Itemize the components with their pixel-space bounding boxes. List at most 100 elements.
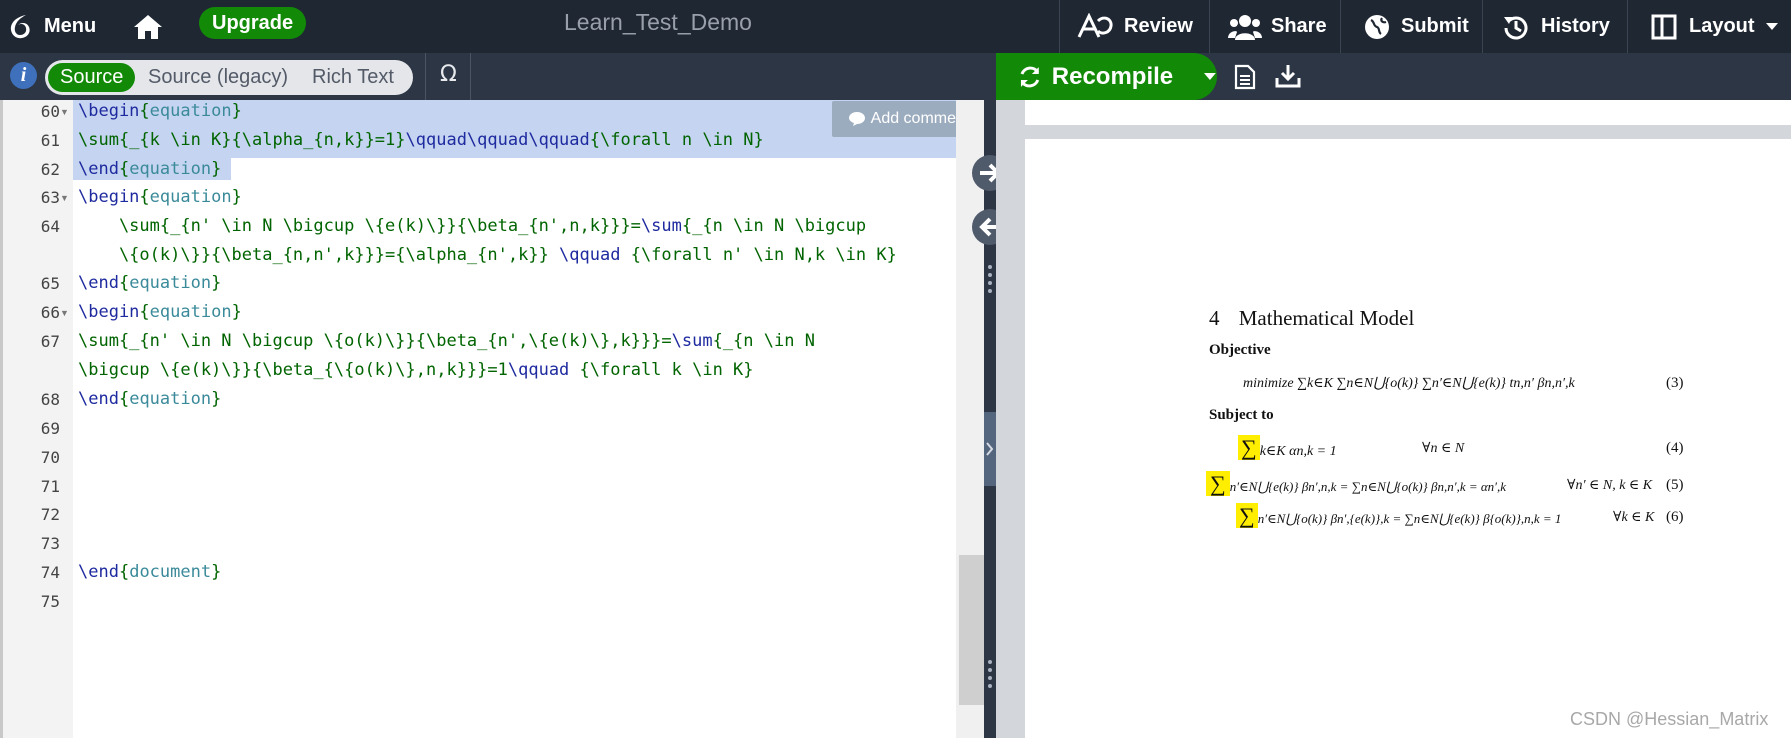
project-title[interactable]: Learn_Test_Demo [520, 0, 796, 45]
menu-label: Menu [44, 15, 97, 37]
submit-button[interactable]: Submit [1364, 0, 1469, 53]
add-comment-label: Add comment [870, 110, 970, 127]
equation-3: minimize ∑k∈K ∑n∈N⋃{o(k)} ∑n′∈N⋃{e(k)} t… [1243, 376, 1575, 391]
pdf-page [1025, 100, 1791, 125]
equation-4: ∑ k∈K αn,k = 1 [1238, 435, 1337, 461]
topbar-divider [1059, 0, 1060, 53]
line-number: 60 [40, 102, 60, 121]
tab-rich-text[interactable]: Rich Text [312, 60, 394, 95]
fold-marker-icon[interactable]: ▼ [60, 193, 69, 203]
line-number: 73 [40, 534, 60, 553]
code-line: \bigcup \{e(k)\}}{\beta_{\{o(k)\},n,k}}}… [78, 360, 754, 380]
topbar-divider [1627, 0, 1628, 53]
line-number: 74 [40, 563, 60, 582]
tab-source-legacy[interactable]: Source (legacy) [148, 60, 288, 95]
equation-number: (3) [1666, 375, 1684, 391]
code-line: \begin{equation} [78, 302, 242, 322]
history-button[interactable]: History [1503, 0, 1610, 53]
splitter-grip[interactable] [988, 265, 993, 297]
code-line: \end{document} [78, 562, 222, 582]
line-number: 65 [40, 274, 60, 293]
topbar-divider [1340, 0, 1341, 53]
fold-marker-icon[interactable]: ▼ [60, 107, 69, 117]
subject-to-label: Subject to [1209, 407, 1274, 423]
share-label: Share [1271, 15, 1327, 37]
equation-6-condition: ∀k ∈ K [1613, 510, 1655, 525]
share-users-icon [1228, 14, 1262, 40]
code-line: \begin{equation} [78, 101, 242, 121]
line-number: 75 [40, 592, 60, 611]
layout-label: Layout [1689, 15, 1755, 37]
fold-marker-icon[interactable]: ▼ [60, 308, 69, 318]
equation-4-condition: ∀n ∈ N [1422, 441, 1465, 456]
equation-6: ∑ n′∈N⋃{o(k)} βn′,{e(k)},k = ∑n∈N⋃{e(k)} … [1236, 503, 1561, 529]
topbar-divider [1482, 0, 1483, 53]
upgrade-button[interactable]: Upgrade [199, 7, 307, 39]
home-icon [134, 14, 162, 39]
overleaf-logo-icon [10, 14, 30, 38]
download-icon [1275, 65, 1301, 88]
code-line: \{o(k)\}}{\beta_{n,n',k}}}={\alpha_{n',k… [78, 245, 897, 265]
comment-icon [848, 112, 865, 126]
layout-icon [1651, 14, 1677, 39]
code-line: \sum{_{n' \in N \bigcup \{e(k)\}}{\beta_… [78, 216, 867, 236]
view-logs-button[interactable] [1234, 64, 1256, 95]
recompile-button[interactable]: Recompile [996, 53, 1217, 100]
caret-down-icon[interactable] [1203, 72, 1217, 82]
code-line: \sum{_{k \in K}{\alpha_{n,k}}=1}\qquad\q… [78, 130, 764, 150]
line-number: 71 [40, 477, 60, 496]
equation-number: (5) [1666, 477, 1684, 493]
submit-label: Submit [1401, 15, 1469, 37]
caret-down-icon [1765, 22, 1778, 30]
watermark: CSDN @Hessian_Matrix [1570, 709, 1769, 729]
equation-number: (6) [1666, 509, 1684, 525]
line-number: 61 [40, 131, 60, 150]
home-button[interactable] [133, 0, 163, 53]
line-number: 66 [40, 303, 60, 322]
highlighted-sum: ∑ [1236, 503, 1258, 528]
chevron-right-icon [986, 442, 994, 456]
code-line: \end{equation} [78, 273, 222, 293]
info-icon[interactable]: i [10, 62, 37, 89]
section-heading: 4 Mathematical Model [1209, 306, 1415, 330]
line-number: 62 [40, 160, 60, 179]
objective-label: Objective [1209, 342, 1271, 358]
equation-5: ∑ n′∈N⋃{e(k)} βn′,n,k = ∑n∈N⋃{o(k)} βn,n′… [1206, 471, 1506, 497]
editor-mode-toggle: Source Source (legacy) Rich Text [45, 60, 413, 95]
code-line: \end{equation} [78, 159, 222, 179]
line-number: 63 [40, 188, 60, 207]
symbol-palette-button[interactable]: Ω [440, 62, 457, 87]
history-label: History [1541, 15, 1610, 37]
download-pdf-button[interactable] [1275, 64, 1301, 93]
topbar-divider [1209, 0, 1210, 53]
editor-scrollbar-thumb[interactable] [959, 555, 984, 705]
review-button[interactable]: Review [1076, 0, 1193, 53]
refresh-icon [1020, 66, 1040, 87]
share-button[interactable]: Share [1228, 0, 1327, 53]
tab-source[interactable]: Source [48, 63, 136, 92]
globe-icon [1365, 14, 1389, 39]
document-icon [1234, 64, 1256, 90]
toolbar-divider [470, 53, 471, 100]
highlighted-sum: ∑ [1238, 435, 1260, 460]
recompile-label: Recompile [1051, 62, 1174, 90]
line-number: 68 [40, 390, 60, 409]
history-icon [1504, 16, 1528, 39]
equation-5-condition: ∀n′ ∈ N, k ∈ K [1567, 478, 1653, 493]
layout-button[interactable]: Layout [1651, 0, 1779, 53]
equation-number: (4) [1666, 440, 1684, 456]
splitter-grip[interactable] [988, 660, 993, 692]
line-number: 69 [40, 419, 60, 438]
menu-button[interactable]: Menu [8, 0, 96, 53]
toolbar-divider [425, 53, 426, 100]
pdf-page [1025, 139, 1791, 738]
code-line: \begin{equation} [78, 187, 242, 207]
line-number: 67 [40, 332, 60, 351]
review-icon [1077, 12, 1113, 38]
code-line: \end{equation} [78, 389, 222, 409]
code-line: \sum{_{n' \in N \bigcup \{o(k)\}}{\beta_… [78, 331, 815, 351]
review-label: Review [1124, 15, 1193, 37]
line-number: 72 [40, 505, 60, 524]
line-number: 64 [40, 217, 60, 236]
splitter-collapse-handle[interactable] [984, 412, 996, 486]
